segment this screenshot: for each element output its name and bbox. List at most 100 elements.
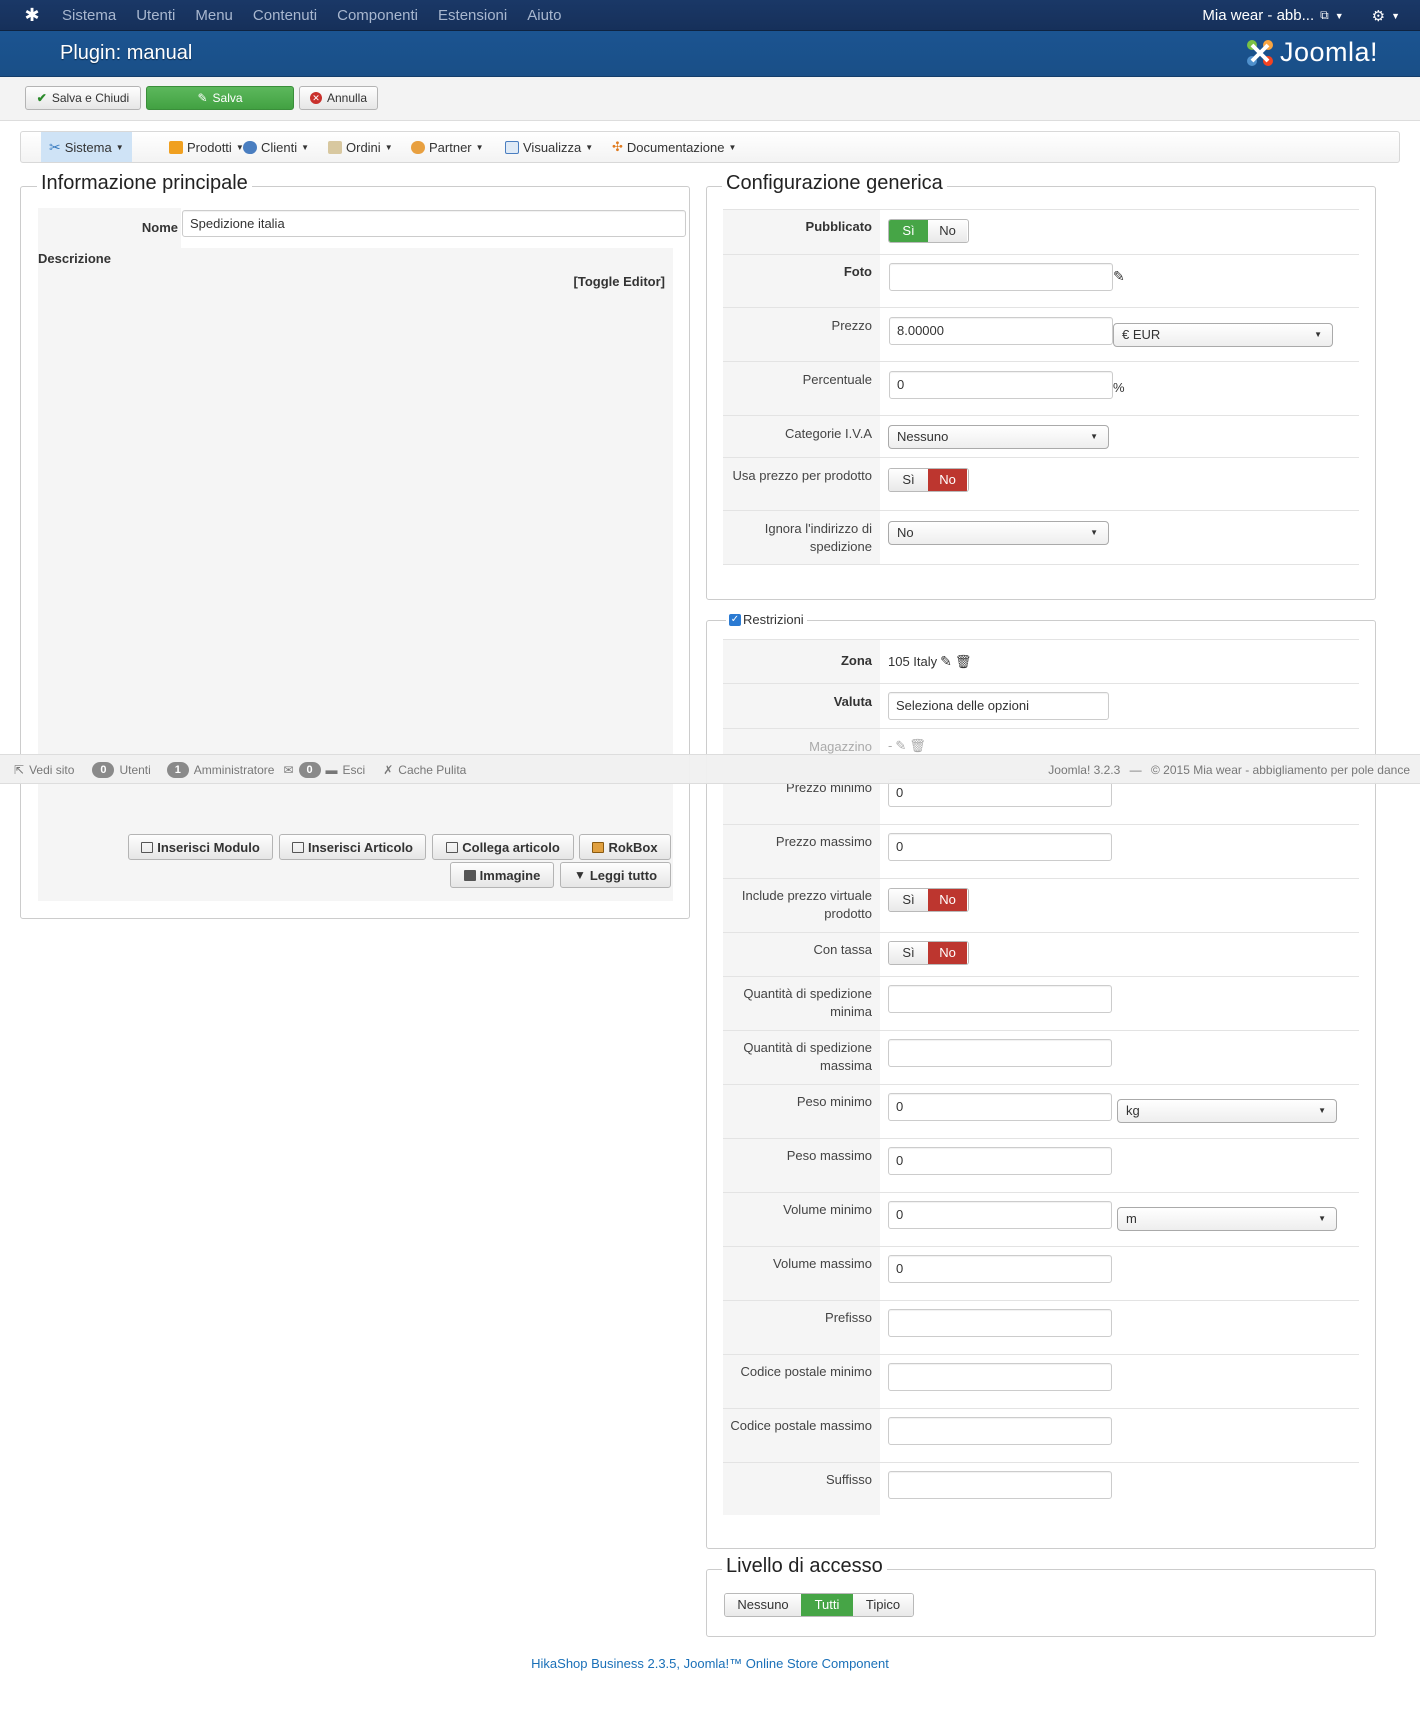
view-site-link[interactable]: Vedi sito	[29, 763, 74, 777]
with-tax-no[interactable]: No	[928, 942, 967, 964]
hika-menu-visualizza[interactable]: Visualizza ▼	[497, 132, 601, 162]
chevron-down-icon: ▼	[573, 868, 586, 882]
published-no[interactable]: No	[928, 220, 967, 242]
admin-topbar: ✱ Sistema Utenti Menu Contenuti Componen…	[0, 0, 1420, 31]
suffix-input[interactable]	[888, 1471, 1112, 1499]
virtual-price-toggle[interactable]: Sì No	[888, 888, 969, 912]
broom-icon: ✗	[383, 763, 394, 777]
virtual-price-no[interactable]: No	[928, 889, 967, 911]
weight-unit-select[interactable]: kg ▼	[1117, 1099, 1337, 1123]
link-article-button[interactable]: Collega articolo	[432, 834, 574, 860]
rokbox-button[interactable]: RokBox	[579, 834, 671, 860]
chevron-down-icon: ▼	[1090, 528, 1098, 537]
with-tax-toggle[interactable]: Sì No	[888, 941, 969, 965]
hika-menu-documentazione[interactable]: ✣ Documentazione ▼	[604, 132, 744, 162]
read-more-button[interactable]: ▼ Leggi tutto	[560, 862, 671, 888]
published-toggle[interactable]: Sì No	[888, 219, 969, 243]
max-postcode-input[interactable]	[888, 1417, 1112, 1445]
volume-unit-select[interactable]: m ▼	[1117, 1207, 1337, 1231]
logout-link[interactable]: Esci	[343, 763, 366, 777]
min-postcode-input[interactable]	[888, 1363, 1112, 1391]
description-editor	[38, 248, 673, 901]
menu-aiuto[interactable]: Aiuto	[517, 0, 571, 31]
virtual-price-yes[interactable]: Sì	[889, 889, 928, 911]
menu-contenuti[interactable]: Contenuti	[243, 0, 327, 31]
per-product-yes[interactable]: Sì	[889, 469, 928, 491]
chevron-down-icon: ▼	[384, 142, 393, 152]
clean-cache-link[interactable]: Cache Pulita	[398, 763, 466, 777]
min-volume-input[interactable]: 0	[888, 1201, 1112, 1229]
copyright-text: © 2015 Mia wear - abbigliamento per pole…	[1151, 763, 1410, 777]
page-title: Plugin: manual	[60, 42, 193, 64]
check-icon: ✔	[36, 91, 47, 105]
menu-utenti[interactable]: Utenti	[126, 0, 185, 31]
access-all[interactable]: Tutti	[801, 1594, 853, 1616]
joomla-icon[interactable]: ✱	[22, 5, 42, 25]
hika-menu-partner[interactable]: Partner ▼	[403, 132, 492, 162]
prefix-input[interactable]	[888, 1309, 1112, 1337]
cancel-button[interactable]: ✕ Annulla	[299, 86, 378, 110]
percent-sign: %	[1113, 380, 1125, 395]
mail-icon: ✉	[283, 763, 294, 777]
component-footer-link[interactable]: HikaShop Business 2.3.5, Joomla!™ Online…	[0, 1656, 1420, 1671]
toggle-editor-link[interactable]: [Toggle Editor]	[560, 273, 665, 291]
insert-module-button[interactable]: Inserisci Modulo	[128, 834, 273, 860]
rokbox-icon	[592, 841, 605, 853]
trash-icon[interactable]: 🗑	[955, 654, 972, 670]
access-level-toggle[interactable]: Nessuno Tutti Tipico	[724, 1593, 914, 1617]
access-custom[interactable]: Tipico	[853, 1594, 913, 1616]
published-label: Pubblicato	[805, 219, 872, 234]
hika-menu-sistema[interactable]: ✂ Sistema ▼	[41, 132, 132, 162]
pencil-icon[interactable]: ✎	[1113, 268, 1125, 285]
max-volume-input[interactable]: 0	[888, 1255, 1112, 1283]
name-input[interactable]: Spedizione italia	[182, 210, 686, 237]
menu-componenti[interactable]: Componenti	[327, 0, 428, 31]
access-none[interactable]: Nessuno	[725, 1594, 801, 1616]
save-button[interactable]: ✎ Salva	[146, 86, 294, 110]
max-weight-input[interactable]: 0	[888, 1147, 1112, 1175]
chevron-down-icon[interactable]: ▼	[1335, 11, 1344, 21]
max-weight-label: Peso massimo	[786, 1148, 872, 1163]
published-yes[interactable]: Sì	[889, 220, 928, 242]
users-count-badge: 0	[92, 762, 115, 778]
per-product-no[interactable]: No	[928, 469, 967, 491]
volume-unit-value: m	[1126, 1211, 1137, 1226]
topbar-right: Mia wear - abb... ⧉ ▼ ⚙ ▼	[1202, 0, 1400, 31]
max-quantity-input[interactable]	[888, 1039, 1112, 1067]
hika-menu-clienti[interactable]: Clienti ▼	[235, 132, 317, 162]
insert-article-button[interactable]: Inserisci Articolo	[279, 834, 426, 860]
min-quantity-input[interactable]	[888, 985, 1112, 1013]
admin-link[interactable]: Amministratore	[194, 763, 275, 777]
site-name-link[interactable]: Mia wear - abb...	[1202, 7, 1314, 24]
module-icon	[141, 841, 154, 853]
restrictions-checkbox[interactable]: ✓	[729, 613, 741, 626]
users-link[interactable]: Utenti	[119, 763, 150, 777]
pencil-icon[interactable]: ✎	[895, 738, 906, 754]
menu-sistema[interactable]: Sistema	[52, 0, 126, 31]
chevron-down-icon[interactable]: ▼	[1391, 11, 1400, 21]
price-input[interactable]: 8.00000	[889, 317, 1113, 345]
ignore-address-select[interactable]: No ▼	[888, 521, 1109, 545]
menu-menu[interactable]: Menu	[185, 0, 243, 31]
insert-module-label: Inserisci Modulo	[157, 839, 260, 855]
currency-select[interactable]: € EUR ▼	[1113, 323, 1333, 347]
vat-select[interactable]: Nessuno ▼	[888, 425, 1109, 449]
with-tax-yes[interactable]: Sì	[889, 942, 928, 964]
image-button[interactable]: Immagine	[450, 862, 554, 888]
max-price-input[interactable]: 0	[888, 833, 1112, 861]
gear-icon[interactable]: ⚙	[1372, 7, 1385, 25]
menu-estensioni[interactable]: Estensioni	[428, 0, 517, 31]
trash-icon[interactable]: 🗑	[909, 738, 926, 754]
currency-multiselect[interactable]: Seleziona delle opzioni	[888, 692, 1109, 720]
virtual-price-label: Include prezzo virtuale prodotto	[741, 888, 872, 921]
percent-input[interactable]: 0	[889, 371, 1113, 399]
vat-value: Nessuno	[897, 429, 949, 444]
min-weight-input[interactable]: 0	[888, 1093, 1112, 1121]
hika-menu-ordini[interactable]: Ordini ▼	[320, 132, 401, 162]
zone-value: 105 Italy	[888, 654, 938, 669]
hika-menu-label: Sistema	[64, 139, 112, 155]
per-product-toggle[interactable]: Sì No	[888, 468, 969, 492]
photo-input[interactable]	[889, 263, 1113, 291]
pencil-icon[interactable]: ✎	[940, 653, 952, 670]
save-close-button[interactable]: ✔ Salva e Chiudi	[25, 86, 141, 110]
